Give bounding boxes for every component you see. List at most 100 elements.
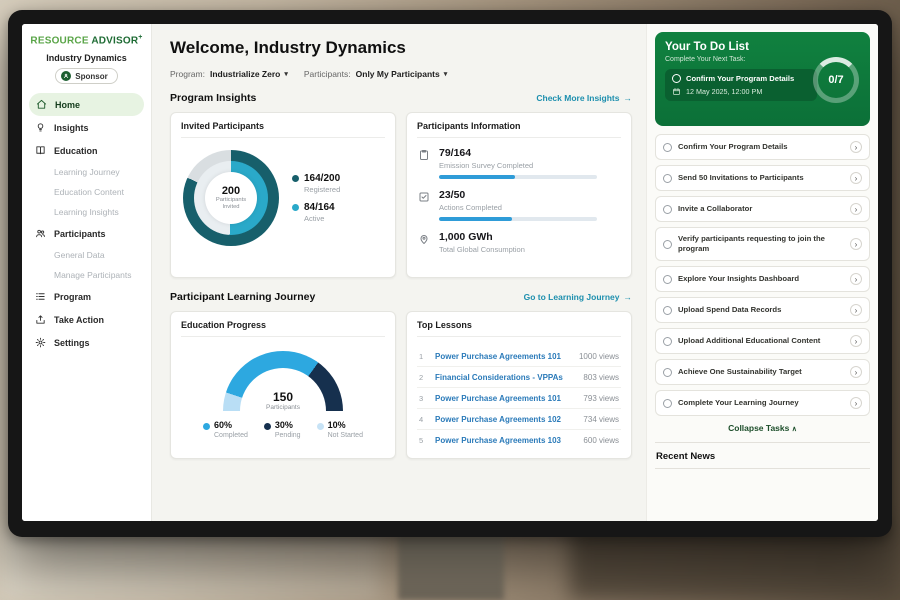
todo-panel: Your To Do List Complete Your Next Task:… <box>646 24 878 521</box>
photo-background: RESOURCE ADVISOR+ Industry Dynamics Spon… <box>0 0 900 600</box>
invited-donut-chart: 200 Participants Invited <box>183 150 279 246</box>
legend-label: Completed <box>214 432 248 439</box>
page-title: Welcome, Industry Dynamics <box>170 38 632 58</box>
sidebar-item-insights[interactable]: Insights <box>22 116 151 139</box>
task-row[interactable]: Upload Spend Data Records › <box>655 297 870 323</box>
task-checkbox[interactable] <box>663 399 672 408</box>
person-icon <box>61 71 71 81</box>
main-content: Welcome, Industry Dynamics Program: Indu… <box>152 24 646 521</box>
section-title: Program Insights <box>170 92 256 104</box>
legend-dot-light <box>317 423 324 430</box>
sidebar-item-program[interactable]: Program <box>22 285 151 308</box>
task-checkbox[interactable] <box>663 143 672 152</box>
task-row[interactable]: Confirm Your Program Details › <box>655 134 870 160</box>
legend-label: Pending <box>275 432 301 439</box>
info-value: 23/50 <box>439 189 597 201</box>
chevron-right-icon: › <box>850 366 862 378</box>
people-icon <box>35 228 47 239</box>
task-checkbox[interactable] <box>663 368 672 377</box>
book-icon <box>35 145 47 156</box>
sidebar-item-participants[interactable]: Participants <box>22 222 151 245</box>
sidebar-item-settings[interactable]: Settings <box>22 331 151 354</box>
task-row[interactable]: Send 50 Invitations to Participants › <box>655 165 870 191</box>
lesson-link[interactable]: Power Purchase Agreements 102 <box>435 415 575 424</box>
sponsor-badge[interactable]: Sponsor <box>55 68 117 84</box>
legend-not-started: 10% Not Started <box>317 420 363 439</box>
collapse-tasks-link[interactable]: Collapse Tasks ∧ <box>655 423 870 433</box>
task-checkbox[interactable] <box>663 337 672 346</box>
legend-label: Active <box>304 214 335 223</box>
sidebar-item-learning-insights[interactable]: Learning Insights <box>22 202 151 222</box>
lesson-rank: 2 <box>419 373 427 382</box>
task-checkbox[interactable] <box>663 174 672 183</box>
sidebar-item-general-data[interactable]: General Data <box>22 245 151 265</box>
task-checkbox[interactable] <box>663 205 672 214</box>
list-icon <box>35 291 47 302</box>
education-gauge-chart: 150 Participants <box>223 351 343 411</box>
legend-active: 84/164 Active <box>292 202 340 223</box>
legend-dot-navy <box>264 423 271 430</box>
lesson-views: 734 views <box>583 415 619 424</box>
legend-pct: 30% <box>275 420 293 430</box>
sidebar-item-home[interactable]: Home <box>29 93 144 116</box>
sidebar-item-label: Program <box>54 292 91 302</box>
sidebar-item-education-content[interactable]: Education Content <box>22 182 151 202</box>
task-row[interactable]: Explore Your Insights Dashboard › <box>655 266 870 292</box>
task-row[interactable]: Achieve One Sustainability Target › <box>655 359 870 385</box>
task-row[interactable]: Verify participants requesting to join t… <box>655 227 870 261</box>
lesson-rank: 4 <box>419 415 427 424</box>
task-label: Verify participants requesting to join t… <box>678 234 844 254</box>
sidebar-item-label: Settings <box>54 338 90 348</box>
chevron-up-icon: ∧ <box>792 426 797 433</box>
clipboard-icon <box>417 149 431 161</box>
donut-center: 200 Participants Invited <box>205 172 257 224</box>
sidebar-item-take-action[interactable]: Take Action <box>22 308 151 331</box>
participants-filter-dropdown[interactable]: Only My Participants ▾ <box>356 69 448 79</box>
card-title: Education Progress <box>181 320 385 337</box>
lesson-link[interactable]: Financial Considerations - VPPAs <box>435 373 575 382</box>
education-progress-card: Education Progress 150 Participants <box>170 311 396 459</box>
task-row[interactable]: Upload Additional Educational Content › <box>655 328 870 354</box>
go-to-learning-journey-link[interactable]: Go to Learning Journey → <box>524 292 632 302</box>
learning-journey-header: Participant Learning Journey Go to Learn… <box>170 291 632 303</box>
task-row[interactable]: Complete Your Learning Journey › <box>655 390 870 416</box>
sidebar-item-label: Learning Insights <box>54 207 119 217</box>
legend-registered: 164/200 Registered <box>292 173 340 194</box>
program-filter-dropdown[interactable]: Industrialize Zero ▾ <box>210 69 288 79</box>
todo-progress-ring: 0/7 <box>813 57 859 103</box>
gauge-legend: 60% Completed 30% Pending 10% Not Starte… <box>203 420 363 439</box>
background-light-area <box>0 530 380 600</box>
participants-information-card: Participants Information 79/164 Emission… <box>406 112 632 278</box>
task-checkbox[interactable] <box>663 275 672 284</box>
task-label: Explore Your Insights Dashboard <box>678 274 844 284</box>
lightbulb-icon <box>35 122 47 133</box>
sidebar-item-label: Education <box>54 146 98 156</box>
lesson-link[interactable]: Power Purchase Agreements 101 <box>435 394 575 403</box>
program-filter-value: Industrialize Zero <box>210 69 280 79</box>
lesson-link[interactable]: Power Purchase Agreements 101 <box>435 352 571 361</box>
sidebar-item-learning-journey[interactable]: Learning Journey <box>22 162 151 182</box>
participants-filter-label: Participants: <box>304 69 351 79</box>
upload-action-icon <box>35 314 47 325</box>
task-list: Confirm Your Program Details › Send 50 I… <box>655 134 870 416</box>
lesson-link[interactable]: Power Purchase Agreements 103 <box>435 436 575 445</box>
task-checkbox[interactable] <box>663 240 672 249</box>
sidebar-item-label: Manage Participants <box>54 270 132 280</box>
next-task-chip[interactable]: Confirm Your Program Details 12 May 2025… <box>665 69 817 101</box>
chevron-down-icon: ▾ <box>284 70 288 78</box>
filters-bar: Program: Industrialize Zero ▾ Participan… <box>170 69 632 79</box>
task-row[interactable]: Invite a Collaborator › <box>655 196 870 222</box>
brand-logo: RESOURCE ADVISOR+ <box>22 34 151 46</box>
arrow-right-icon: → <box>624 292 633 302</box>
sidebar: RESOURCE ADVISOR+ Industry Dynamics Spon… <box>22 24 152 521</box>
lesson-views: 600 views <box>583 436 619 445</box>
task-checkbox[interactable] <box>663 306 672 315</box>
task-label: Achieve One Sustainability Target <box>678 367 844 377</box>
check-more-insights-link[interactable]: Check More Insights → <box>536 93 632 103</box>
info-label: Emission Survey Completed <box>439 161 597 170</box>
program-filter-label: Program: <box>170 69 205 79</box>
sidebar-item-education[interactable]: Education <box>22 139 151 162</box>
lesson-rank: 1 <box>419 352 427 361</box>
sidebar-item-label: Learning Journey <box>54 167 120 177</box>
sidebar-item-manage-participants[interactable]: Manage Participants <box>22 265 151 285</box>
